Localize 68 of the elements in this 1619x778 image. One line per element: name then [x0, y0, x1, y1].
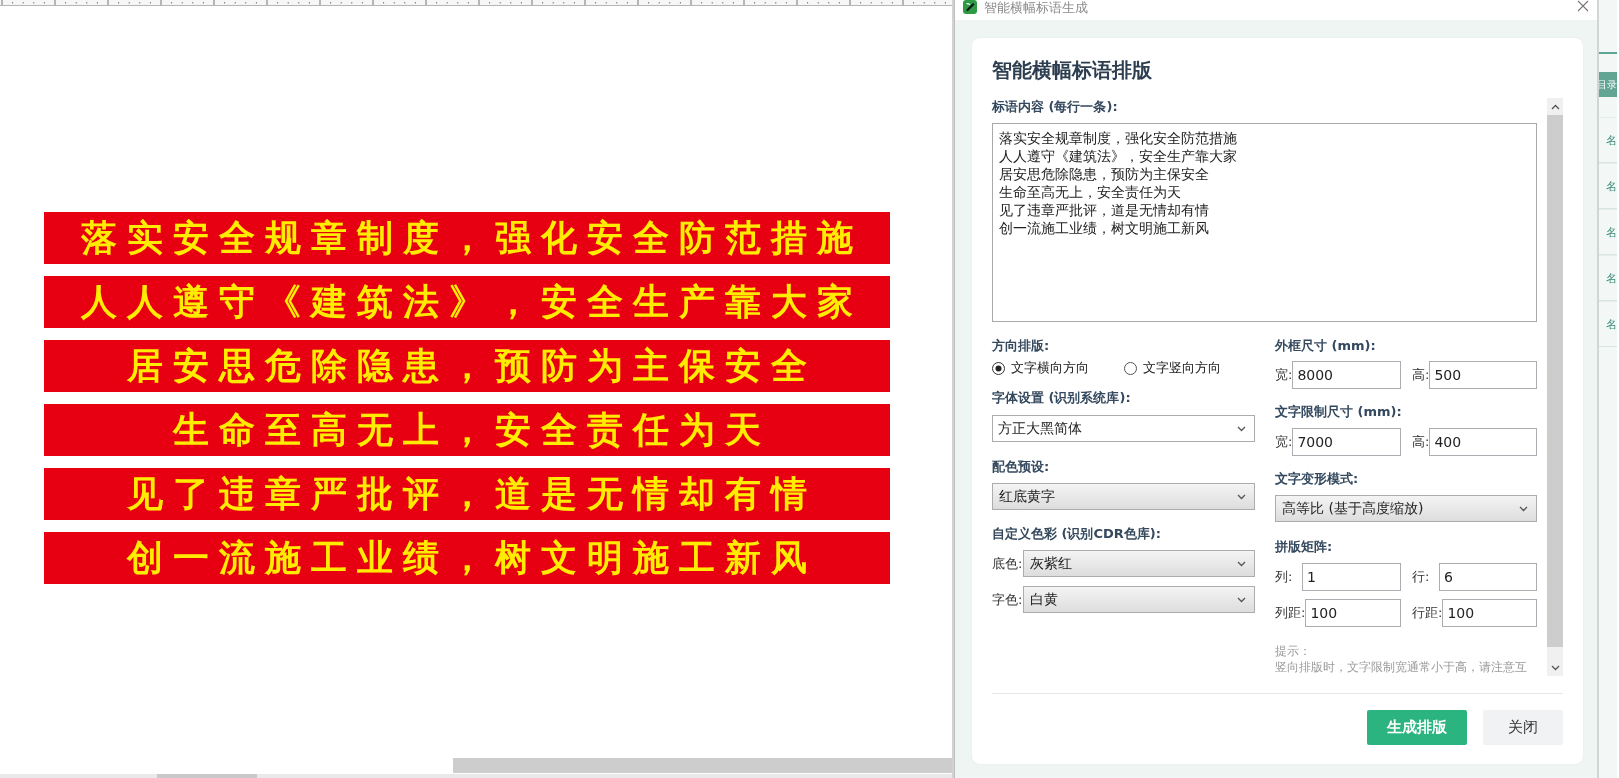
color-preset-select[interactable]: 红底黄字 [992, 483, 1255, 510]
close-button[interactable]: 关闭 [1483, 710, 1563, 745]
slogan-banner: 居安思危除隐患，预防为主保安全 [44, 340, 890, 392]
hint-title: 提示： [1275, 644, 1312, 659]
color-select[interactable]: 白黄 [1023, 586, 1255, 613]
section-label: 配色预设: [992, 459, 1051, 475]
textarea-line: 创一流施工业绩，树文明施工新风 [999, 219, 1209, 237]
field-label: 行距: [1412, 604, 1443, 622]
slogan-banner: 创一流施工业绩，树文明施工新风 [44, 532, 890, 584]
chevron-down-icon [1550, 664, 1560, 671]
section-label: 外框尺寸 (mm): [1275, 338, 1377, 354]
section-label: 拼版矩阵: [1275, 539, 1334, 555]
section-label: 自定义色彩 (识别CDR色库): [992, 526, 1162, 542]
transform-mode-select[interactable]: 高等比 (基于高度缩放) [1275, 495, 1537, 522]
slogan-banner: 见了违章严批评，道是无情却有情 [44, 468, 890, 520]
slogan-banner: 落实安全规章制度，强化安全防范措施 [44, 212, 890, 264]
side-item[interactable]: 名 [1599, 209, 1617, 255]
color-select[interactable]: 灰紫红 [1023, 550, 1255, 577]
hint-text: 竖向排版时，文字限制宽通常小于高，请注意互 [1275, 660, 1528, 675]
side-item[interactable]: 名 [1599, 117, 1617, 163]
size-input[interactable]: 8000 [1292, 361, 1401, 389]
textarea-line: 居安思危除隐患，预防为主保安全 [999, 165, 1209, 183]
textarea-line: 见了违章严批评，道是无情却有情 [999, 201, 1209, 219]
section-label: 字体设置 (识别系统库): [992, 390, 1132, 406]
window-title: 智能横幅标语生成 [984, 0, 1089, 16]
textarea-line: 人人遵守《建筑法》，安全生产靠大家 [999, 147, 1237, 165]
scrollbar-thumb[interactable] [453, 758, 952, 773]
matrix-input[interactable]: 1 [1302, 563, 1401, 591]
close-icon [1577, 0, 1589, 12]
side-item[interactable]: 名 [1599, 163, 1617, 209]
section-label: 文字变形模式: [1275, 471, 1360, 487]
dialog-heading: 智能横幅标语排版 [992, 57, 1153, 84]
size-input[interactable]: 500 [1429, 361, 1537, 389]
slogan-banner: 生命至高无上，安全责任为天 [44, 404, 890, 456]
radio-option[interactable]: 文字横向方向 [992, 359, 1124, 377]
field-label: 底色: [992, 554, 1023, 573]
field-label: 宽: [1275, 366, 1293, 384]
chevron-down-icon [1519, 505, 1528, 512]
window-close-button[interactable] [1576, 0, 1590, 12]
section-label: 文字限制尺寸 (mm): [1275, 404, 1403, 420]
slogan-banner: 人人遵守《建筑法》，安全生产靠大家 [44, 276, 890, 328]
field-label: 字色: [992, 590, 1023, 609]
matrix-input[interactable]: 100 [1305, 599, 1401, 627]
field-label: 行: [1412, 568, 1431, 586]
field-label: 列距: [1275, 604, 1306, 622]
field-label: 高: [1412, 366, 1430, 384]
matrix-input[interactable]: 6 [1439, 563, 1537, 591]
field-label: 列: [1275, 568, 1294, 586]
chevron-down-icon [1237, 560, 1246, 567]
section-label: 标语内容 (每行一条): [992, 99, 1119, 115]
field-label: 高: [1412, 433, 1430, 451]
size-input[interactable]: 400 [1429, 428, 1537, 456]
chevron-up-icon [1550, 103, 1560, 110]
section-label: 方向排版: [992, 338, 1051, 354]
scrollbar-thumb[interactable] [157, 774, 257, 778]
slogan-textarea[interactable]: 落实安全规章制度，强化安全防范措施 人人遵守《建筑法》，安全生产靠大家 居安思危除隐患，预防为主保安全 生命至高无上，安全责任为天 见了违章严批评，道是无情却有情 创一流施工业绩，树文明施工新风 [992, 123, 1537, 322]
side-item[interactable]: 名 [1599, 301, 1617, 347]
radio-option[interactable]: 文字竖向方向 [1124, 359, 1256, 377]
font-select[interactable]: 方正大黑简体 [992, 415, 1255, 442]
side-item[interactable]: 名 [1599, 255, 1617, 301]
matrix-input[interactable]: 100 [1442, 599, 1537, 627]
size-input[interactable]: 7000 [1292, 428, 1401, 456]
chevron-down-icon [1237, 425, 1246, 432]
textarea-line: 落实安全规章制度，强化安全防范措施 [999, 129, 1237, 147]
field-label: 宽: [1275, 433, 1293, 451]
chevron-down-icon [1237, 493, 1246, 500]
chevron-down-icon [1237, 596, 1246, 603]
textarea-line: 生命至高无上，安全责任为天 [999, 183, 1181, 201]
